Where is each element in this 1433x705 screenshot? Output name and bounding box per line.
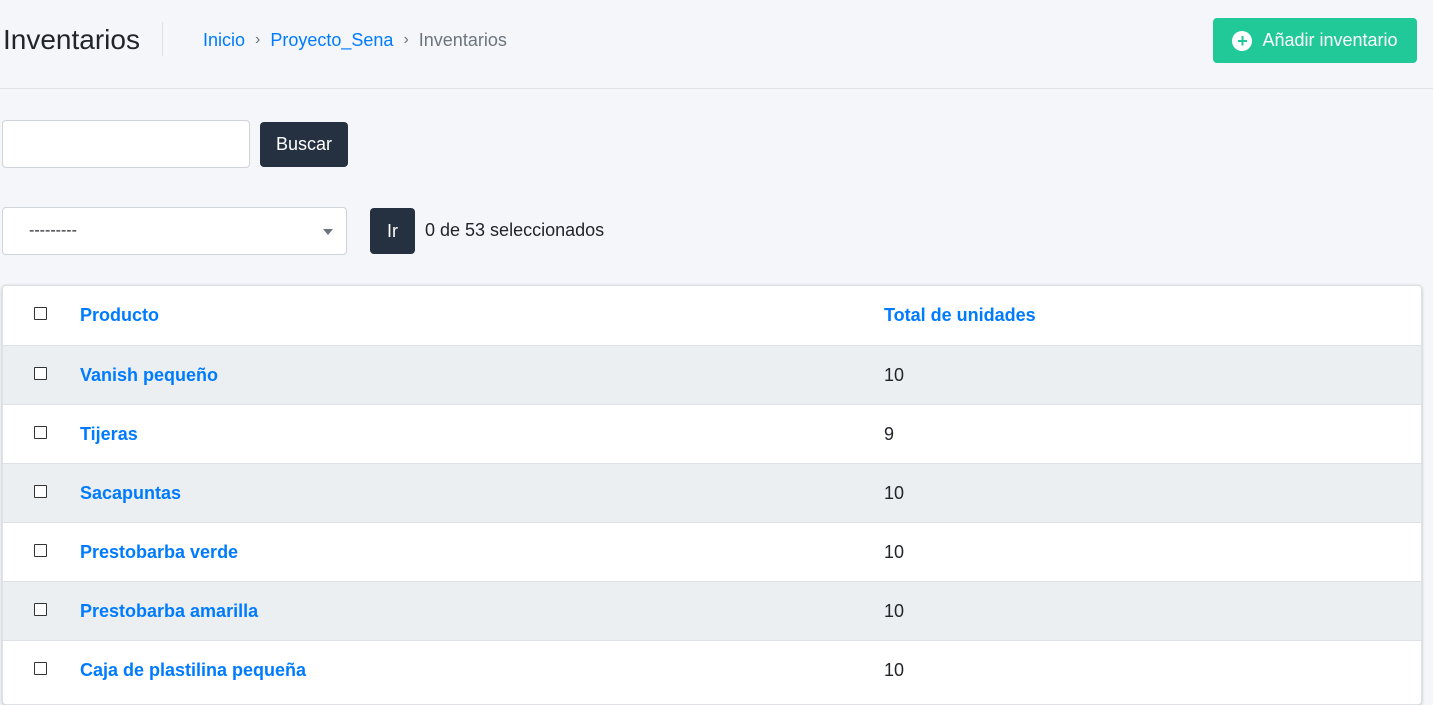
table-row: Sacapuntas 10	[3, 463, 1421, 522]
units-value: 10	[884, 660, 905, 680]
column-header-units[interactable]: Total de unidades	[884, 303, 1036, 327]
product-link[interactable]: Prestobarba verde	[80, 540, 238, 564]
row-checkbox[interactable]	[34, 544, 47, 557]
search-button[interactable]: Buscar	[260, 122, 348, 167]
column-header-product[interactable]: Producto	[80, 303, 159, 327]
breadcrumb: Inicio › Proyecto_Sena › Inventarios	[203, 29, 507, 51]
row-checkbox[interactable]	[34, 662, 47, 675]
breadcrumb-separator: ›	[255, 31, 261, 48]
action-select[interactable]: ---------	[2, 207, 347, 255]
table-row: Prestobarba verde 10	[3, 522, 1421, 581]
add-inventory-label: Añadir inventario	[1262, 30, 1398, 50]
row-checkbox[interactable]	[34, 603, 47, 616]
breadcrumb-current: Inventarios	[418, 30, 507, 50]
product-link[interactable]: Tijeras	[80, 422, 138, 446]
page-title: Inventarios	[3, 24, 140, 55]
table-row: Tijeras 9	[3, 404, 1421, 463]
table-row: Caja de plastilina pequeña 10	[3, 640, 1421, 699]
inventory-table: Producto Total de unidades Vanish pequeñ…	[2, 285, 1422, 705]
product-link[interactable]: Vanish pequeño	[80, 363, 218, 387]
breadcrumb-home-link[interactable]: Inicio	[203, 29, 245, 51]
table-row: Vanish pequeño 10	[3, 345, 1421, 404]
selection-count: 0 de 53 seleccionados	[425, 220, 605, 240]
product-link[interactable]: Caja de plastilina pequeña	[80, 658, 306, 682]
breadcrumb-separator: ›	[403, 31, 409, 48]
table-header-row: Producto Total de unidades	[3, 286, 1421, 345]
page-header: Inventarios Inicio › Proyecto_Sena › Inv…	[0, 0, 1433, 89]
table-row: Prestobarba amarilla 10	[3, 581, 1421, 640]
row-checkbox[interactable]	[34, 367, 47, 380]
units-value: 10	[884, 483, 905, 503]
chevron-down-icon	[323, 229, 333, 235]
units-value: 9	[884, 424, 895, 444]
plus-circle-icon: +	[1232, 30, 1253, 51]
select-all-checkbox[interactable]	[34, 307, 47, 320]
title-divider	[162, 22, 163, 56]
product-link[interactable]: Prestobarba amarilla	[80, 599, 258, 623]
product-link[interactable]: Sacapuntas	[80, 481, 181, 505]
units-value: 10	[884, 365, 905, 385]
row-checkbox[interactable]	[34, 426, 47, 439]
go-button[interactable]: Ir	[370, 208, 415, 254]
search-input[interactable]	[2, 120, 250, 168]
units-value: 10	[884, 601, 905, 621]
breadcrumb-project-link[interactable]: Proyecto_Sena	[270, 29, 393, 51]
action-select-value: ---------	[29, 222, 77, 239]
add-inventory-button[interactable]: + Añadir inventario	[1213, 18, 1417, 63]
units-value: 10	[884, 542, 905, 562]
row-checkbox[interactable]	[34, 485, 47, 498]
